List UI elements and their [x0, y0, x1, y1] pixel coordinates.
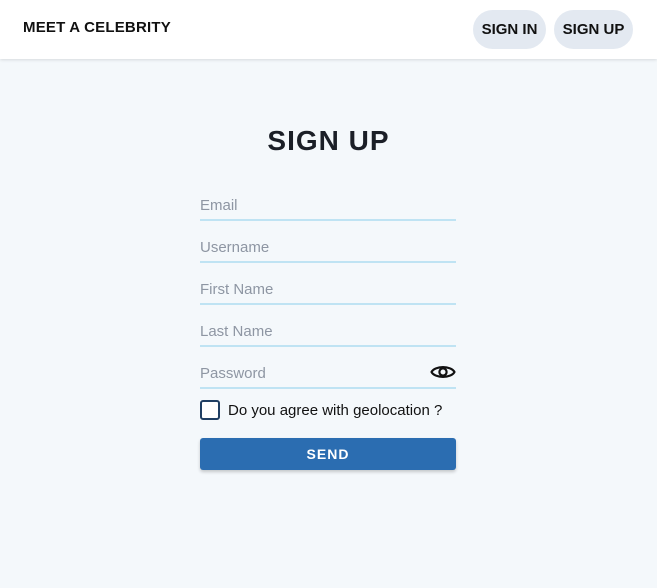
geolocation-label: Do you agree with geolocation ?	[228, 401, 443, 419]
geolocation-checkbox[interactable]	[200, 400, 220, 420]
sign-up-button[interactable]: SIGN UP	[554, 10, 633, 49]
geolocation-consent-row: Do you agree with geolocation ?	[200, 400, 442, 420]
sign-in-button[interactable]: SIGN IN	[473, 10, 546, 49]
send-button[interactable]: SEND	[200, 438, 456, 470]
first-name-field-wrapper	[200, 275, 456, 305]
top-navbar: MEET A CELEBRITY SIGN IN SIGN UP	[0, 0, 657, 59]
eye-icon[interactable]	[430, 361, 456, 383]
email-field-wrapper	[200, 191, 456, 221]
brand-logo-text[interactable]: MEET A CELEBRITY	[23, 19, 171, 36]
first-name-input[interactable]	[200, 275, 456, 303]
last-name-input[interactable]	[200, 317, 456, 345]
page-title: SIGN UP	[267, 125, 390, 156]
last-name-field-wrapper	[200, 317, 456, 347]
username-input[interactable]	[200, 233, 456, 261]
password-field-wrapper	[200, 359, 456, 389]
password-input[interactable]	[200, 359, 456, 387]
username-field-wrapper	[200, 233, 456, 263]
email-input[interactable]	[200, 191, 456, 219]
